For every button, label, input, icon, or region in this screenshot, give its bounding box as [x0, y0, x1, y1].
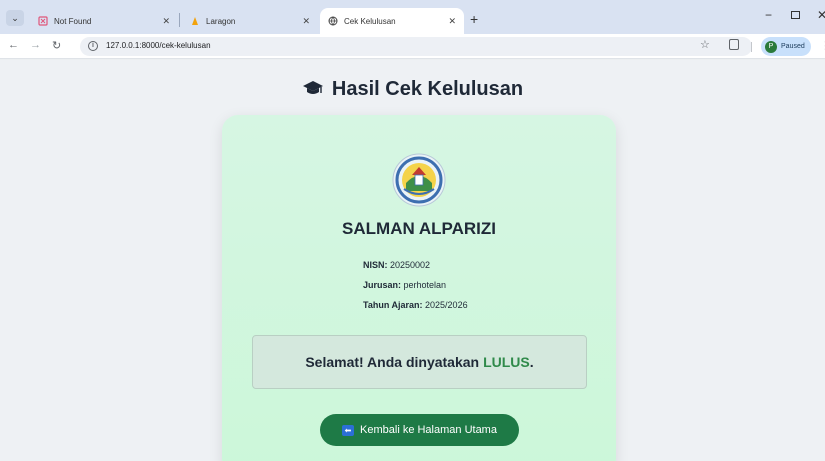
laragon-icon	[190, 16, 200, 26]
address-bar[interactable]: i 127.0.0.1:8000/cek-kelulusan	[80, 37, 752, 56]
jurusan-row: Jurusan: perhotelan	[363, 280, 446, 290]
nisn-row: NISN: 20250002	[363, 260, 430, 270]
tab-search-icon[interactable]: ⌄	[6, 10, 24, 26]
extensions-icon[interactable]	[729, 39, 739, 50]
profile-button[interactable]: P Paused	[761, 37, 811, 56]
tahun-ajaran-label: Tahun Ajaran:	[363, 300, 423, 310]
result-message: Selamat! Anda dinyatakan LULUS.	[252, 335, 587, 389]
close-window-icon[interactable]: ✕	[817, 8, 825, 22]
menu-kebab-icon[interactable]: ⋮	[820, 39, 825, 52]
toolbar-divider	[751, 42, 752, 52]
tab-divider	[179, 13, 180, 27]
result-prefix: Selamat! Anda dinyatakan	[305, 354, 480, 370]
jurusan-value: perhotelan	[403, 280, 447, 290]
restore-icon[interactable]	[791, 11, 800, 19]
left-arrow-icon: ⬅	[342, 424, 355, 436]
page-title: Hasil Cek Kelulusan	[0, 78, 825, 103]
tahun-ajaran-value: 2025/2026	[425, 300, 468, 310]
close-tab-icon[interactable]: ✕	[302, 16, 310, 27]
forward-arrow-icon[interactable]: →	[30, 39, 41, 51]
result-status: LULUS	[483, 354, 530, 370]
tab-laragon[interactable]: Laragon ✕	[182, 8, 318, 34]
tahun-ajaran-row: Tahun Ajaran: 2025/2026	[363, 300, 468, 310]
broken-file-icon	[38, 16, 48, 26]
back-to-home-button[interactable]: ⬅ Kembali ke Halaman Utama	[320, 414, 519, 446]
back-arrow-icon[interactable]: ←	[8, 39, 19, 51]
page-content: Hasil Cek Kelulusan SALMAN ALPARIZI NISN…	[0, 60, 825, 461]
new-tab-icon[interactable]: +	[470, 11, 478, 27]
globe-icon	[328, 16, 338, 26]
avatar: P	[765, 40, 777, 53]
bookmark-star-icon[interactable]: ☆	[700, 38, 710, 51]
profile-status: Paused	[781, 43, 805, 50]
tab-label: Cek Kelulusan	[344, 16, 396, 26]
browser-toolbar: ← → ↻ i 127.0.0.1:8000/cek-kelulusan ☆ P…	[0, 34, 825, 59]
nisn-value: 20250002	[390, 260, 431, 270]
graduation-cap-icon	[302, 79, 324, 103]
tab-cek-kelulusan[interactable]: Cek Kelulusan ✕	[320, 8, 464, 34]
reload-icon[interactable]: ↻	[52, 39, 61, 52]
browser-tabstrip: ⌄ Not Found ✕ Laragon ✕ Cek Kelulusan ✕ …	[0, 0, 825, 34]
jurusan-label: Jurusan:	[363, 280, 402, 290]
site-info-icon[interactable]: i	[88, 41, 98, 51]
page-title-text: Hasil Cek Kelulusan	[331, 78, 524, 100]
result-card: SALMAN ALPARIZI NISN: 20250002 Jurusan: …	[222, 115, 616, 461]
url-text: 127.0.0.1:8000/cek-kelulusan	[106, 41, 211, 50]
tab-label: Laragon	[206, 16, 236, 26]
minimize-icon[interactable]: −	[765, 8, 772, 22]
back-button-label: Kembali ke Halaman Utama	[360, 424, 497, 436]
tab-not-found[interactable]: Not Found ✕	[30, 8, 178, 34]
close-tab-icon[interactable]: ✕	[448, 16, 456, 27]
nisn-label: NISN:	[363, 260, 388, 270]
student-name: SALMAN ALPARIZI	[342, 219, 496, 238]
result-suffix: .	[529, 354, 534, 370]
tab-label: Not Found	[54, 16, 92, 26]
close-tab-icon[interactable]: ✕	[162, 16, 170, 27]
school-logo	[392, 153, 446, 207]
